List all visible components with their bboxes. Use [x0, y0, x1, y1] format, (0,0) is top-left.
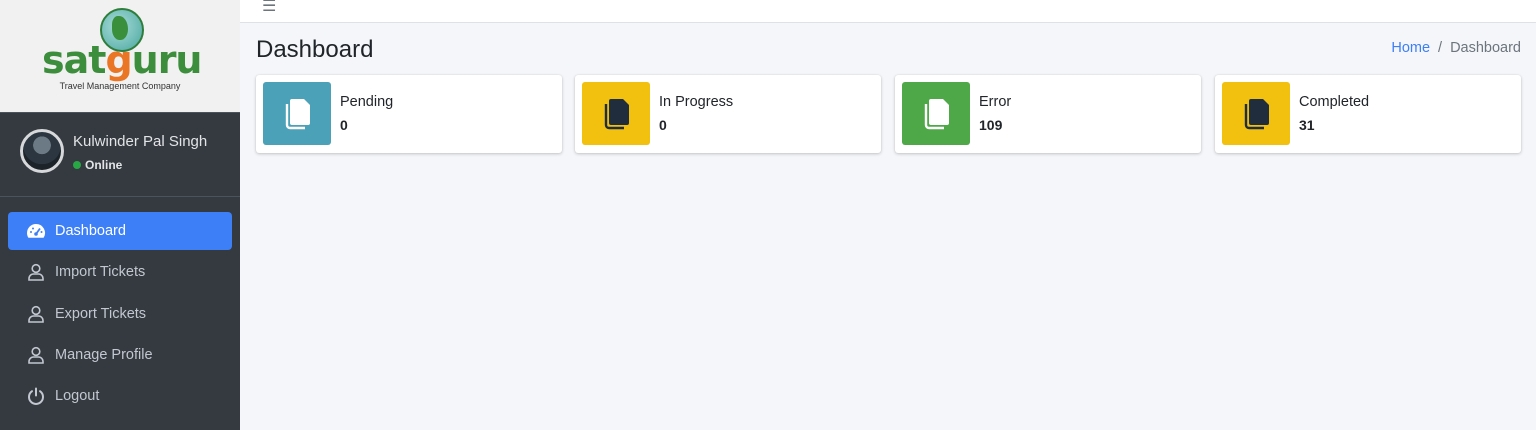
card-label: Completed: [1299, 94, 1370, 110]
card-icon-box: [263, 82, 331, 145]
power-icon: [26, 386, 46, 406]
brand-logo[interactable]: satguru: [42, 8, 202, 80]
copy-icon: [285, 98, 310, 129]
brand-logo-area[interactable]: satguru Travel Management Company: [0, 0, 240, 113]
breadcrumb: Home / Dashboard: [1391, 40, 1521, 56]
sidebar-item-manage-profile[interactable]: Manage Profile: [8, 336, 232, 374]
sidebar-nav: Dashboard Import Tickets Export Tickets …: [8, 212, 232, 418]
breadcrumb-current: Dashboard: [1450, 40, 1521, 56]
sidebar: satguru Travel Management Company Kulwin…: [0, 0, 240, 430]
card-value: 0: [659, 117, 667, 133]
brand-wordmark: satguru: [42, 40, 202, 80]
sidebar-item-label: Logout: [55, 388, 100, 405]
page-title: Dashboard: [256, 36, 374, 63]
info-box-pending[interactable]: Pending 0: [256, 75, 562, 153]
sidebar-item-label: Manage Profile: [55, 346, 153, 363]
sidebar-item-dashboard[interactable]: Dashboard: [8, 212, 232, 250]
breadcrumb-home-link[interactable]: Home: [1391, 40, 1430, 56]
card-icon-box: [1222, 82, 1290, 145]
hamburger-icon[interactable]: ☰: [262, 0, 276, 16]
user-status: Online: [73, 158, 122, 172]
brand-tagline: Travel Management Company: [59, 81, 181, 91]
sidebar-item-export-tickets[interactable]: Export Tickets: [8, 295, 232, 333]
breadcrumb-separator: /: [1438, 40, 1443, 56]
card-icon-box: [582, 82, 650, 145]
user-icon: [26, 304, 46, 324]
sidebar-item-logout[interactable]: Logout: [8, 377, 232, 415]
sidebar-item-label: Dashboard: [55, 223, 126, 239]
copy-icon: [924, 98, 949, 129]
tachometer-icon: [26, 221, 46, 241]
card-label: Error: [979, 94, 1012, 110]
card-label: In Progress: [659, 94, 734, 110]
brand-name-g: g: [105, 38, 132, 82]
user-name[interactable]: Kulwinder Pal Singh: [73, 133, 207, 150]
sidebar-item-label: Import Tickets: [55, 264, 146, 281]
brand-name-prefix: sat: [42, 38, 106, 82]
card-value: 0: [340, 117, 348, 133]
user-panel: Kulwinder Pal Singh Online: [0, 113, 240, 197]
user-status-text: Online: [85, 158, 123, 172]
sidebar-item-import-tickets[interactable]: Import Tickets: [8, 253, 232, 291]
online-dot-icon: [73, 161, 81, 169]
copy-icon: [604, 98, 629, 129]
card-icon-box: [902, 82, 970, 145]
copy-icon: [1244, 98, 1269, 129]
user-icon: [26, 345, 46, 365]
avatar[interactable]: [20, 129, 64, 173]
brand-name-suffix: uru: [131, 38, 203, 82]
info-box-completed[interactable]: Completed 31: [1215, 75, 1521, 153]
top-navbar: ☰: [240, 0, 1536, 23]
user-icon: [26, 262, 46, 282]
card-value: 109: [979, 117, 1003, 133]
card-label: Pending: [340, 94, 394, 110]
info-box-in-progress[interactable]: In Progress 0: [575, 75, 881, 153]
card-value: 31: [1299, 117, 1315, 133]
info-box-error[interactable]: Error 109: [895, 75, 1201, 153]
sidebar-item-label: Export Tickets: [55, 305, 147, 322]
